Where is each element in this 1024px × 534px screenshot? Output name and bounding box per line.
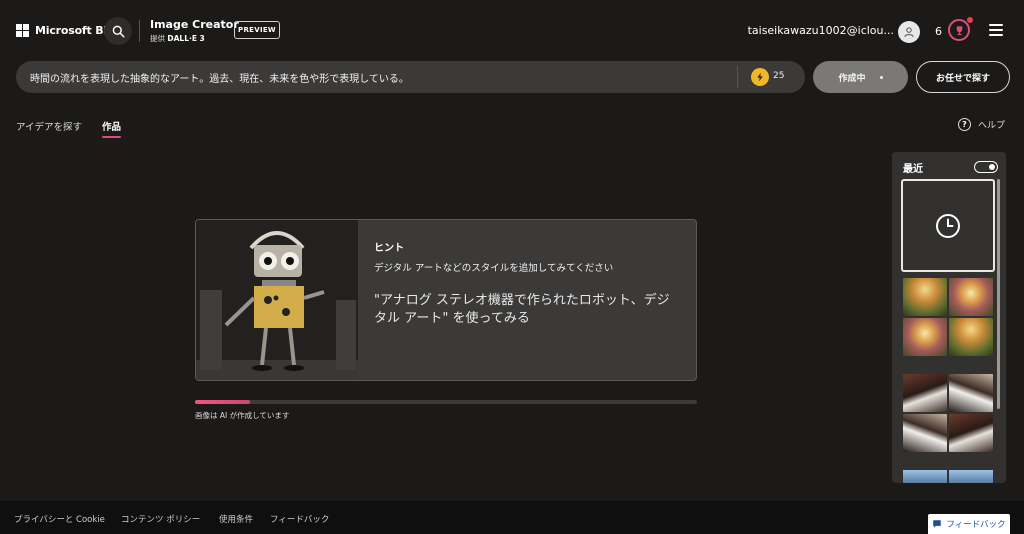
recent-thumbnail: [903, 374, 947, 412]
recent-thumbnail: [949, 318, 993, 356]
header-divider: [139, 20, 140, 42]
recent-pending-item[interactable]: [901, 179, 995, 272]
active-tab-indicator: [102, 136, 121, 138]
robot-example-image: [196, 220, 358, 380]
footer-link-privacy[interactable]: プライバシーと Cookie: [14, 513, 105, 525]
menu-line: [989, 34, 1003, 36]
preview-badge: PREVIEW: [234, 21, 280, 39]
recent-thumbnail: [949, 374, 993, 412]
footer-link-terms[interactable]: 使用条件: [219, 513, 253, 525]
footer-link-feedback[interactable]: フィードバック: [270, 513, 329, 525]
recent-thumbnail: [949, 278, 993, 316]
user-name[interactable]: taiseikawazu1002@iclou...: [748, 24, 894, 37]
footer: プライバシーと Cookie コンテンツ ポリシー 使用条件 フィードバック: [0, 501, 1024, 534]
feedback-icon: [933, 520, 942, 528]
recent-thumbnail: [903, 414, 947, 452]
recent-title: 最近: [903, 164, 923, 175]
footer-link-content-policy[interactable]: コンテンツ ポリシー: [121, 513, 200, 525]
create-button-label: 作成中: [838, 72, 866, 83]
user-avatar[interactable]: [898, 21, 920, 43]
recent-item-partial[interactable]: [903, 470, 993, 483]
recent-thumbnail: [903, 278, 947, 316]
hint-title: ヒント: [374, 243, 404, 254]
product-title[interactable]: Image Creator: [150, 18, 239, 31]
user-icon: [904, 27, 914, 38]
hint-example-prompt[interactable]: "アナログ ステレオ機器で作られたロボット、デジタル アート" を使ってみる: [374, 292, 674, 328]
hamburger-menu-button[interactable]: [989, 24, 1003, 36]
loading-dot-icon: [879, 75, 883, 79]
microsoft-logo-icon: [16, 24, 29, 37]
prompt-divider: [737, 66, 738, 88]
notification-dot: [967, 17, 973, 23]
help-link[interactable]: ? ヘルプ: [958, 118, 1005, 131]
clock-icon: [936, 213, 960, 238]
hint-card: ヒント デジタル アートなどのスタイルを追加してみてください "アナログ ステレ…: [195, 219, 697, 381]
prompt-input[interactable]: [30, 61, 730, 93]
recent-item-cats[interactable]: [903, 374, 993, 452]
product-subtitle: 提供 DALL·E 3: [150, 33, 205, 44]
question-icon: ?: [958, 118, 971, 131]
prompt-bar: 25: [16, 61, 805, 93]
progress-fill: [195, 400, 251, 404]
create-button[interactable]: 作成中: [813, 61, 908, 93]
search-icon: [112, 25, 125, 38]
hint-body: デジタル アートなどのスタイルを追加してみてください: [374, 263, 614, 274]
help-label: ヘルプ: [978, 121, 1006, 131]
feedback-button[interactable]: フィードバック: [928, 514, 1010, 534]
recent-thumbnail: [949, 414, 993, 452]
trophy-icon: [956, 25, 962, 35]
lightning-icon: [757, 72, 763, 82]
boost-icon[interactable]: [751, 68, 769, 86]
feedback-button-label: フィードバック: [946, 520, 1006, 530]
boost-count: 25: [773, 71, 785, 81]
tab-creations[interactable]: 作品: [102, 119, 121, 133]
recent-thumbnail: [949, 470, 993, 483]
recent-thumbnail: [903, 470, 947, 483]
progress-bar: [195, 400, 697, 404]
tab-explore-ideas[interactable]: アイデアを探す: [16, 119, 82, 133]
menu-line: [989, 29, 1003, 31]
recent-thumbnail: [903, 318, 947, 356]
progress-label: 画像は AI が作成しています: [195, 411, 290, 420]
surprise-me-button[interactable]: お任せで探す: [916, 61, 1010, 93]
product-sub-model: DALL·E 3: [167, 34, 205, 43]
header: Microsoft Bing Image Creator 提供 DALL·E 3…: [0, 0, 1024, 60]
rewards-button[interactable]: [948, 19, 970, 41]
product-sub-prefix: 提供: [150, 34, 165, 43]
recent-item-garden[interactable]: [903, 278, 993, 356]
recent-scrollbar[interactable]: [997, 179, 1000, 409]
reward-count: 6: [935, 25, 942, 38]
search-button[interactable]: [104, 17, 132, 45]
menu-line: [989, 24, 1003, 26]
toggle-knob: [989, 163, 995, 170]
recent-panel: 最近: [892, 152, 1006, 483]
recent-toggle[interactable]: [974, 161, 998, 173]
